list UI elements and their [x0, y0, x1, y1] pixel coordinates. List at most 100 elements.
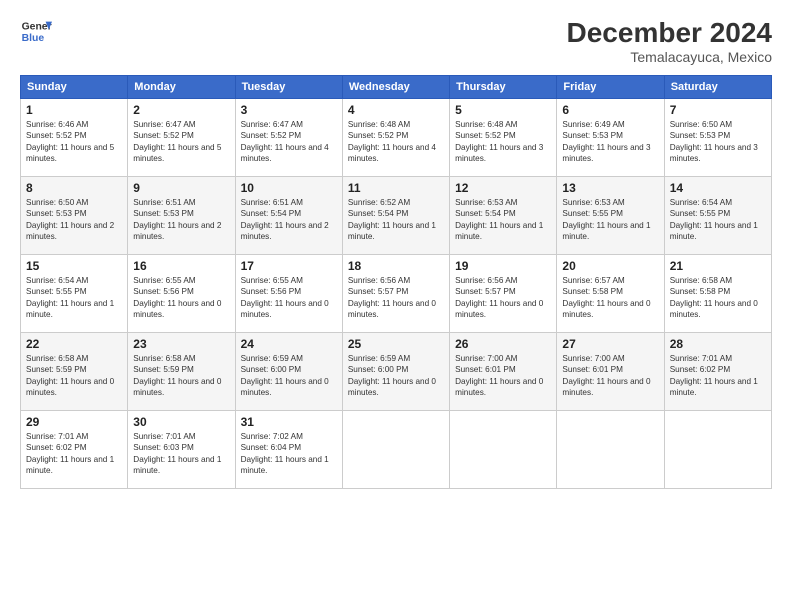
calendar-cell: 17 Sunrise: 6:55 AM Sunset: 5:56 PM Dayli… [235, 254, 342, 332]
day-number: 9 [133, 181, 229, 195]
logo-icon: General Blue [20, 18, 52, 46]
calendar-cell: 5 Sunrise: 6:48 AM Sunset: 5:52 PM Daylig… [450, 98, 557, 176]
day-info: Sunrise: 6:54 AM Sunset: 5:55 PM Dayligh… [670, 197, 766, 243]
day-info: Sunrise: 6:47 AM Sunset: 5:52 PM Dayligh… [133, 119, 229, 165]
day-info: Sunrise: 6:47 AM Sunset: 5:52 PM Dayligh… [241, 119, 337, 165]
calendar-cell: 14 Sunrise: 6:54 AM Sunset: 5:55 PM Dayli… [664, 176, 771, 254]
day-info: Sunrise: 6:52 AM Sunset: 5:54 PM Dayligh… [348, 197, 444, 243]
day-number: 2 [133, 103, 229, 117]
day-number: 17 [241, 259, 337, 273]
day-number: 14 [670, 181, 766, 195]
day-info: Sunrise: 6:53 AM Sunset: 5:55 PM Dayligh… [562, 197, 658, 243]
day-number: 7 [670, 103, 766, 117]
calendar-cell: 19Sunrise: 6:56 AM Sunset: 5:57 PM Dayli… [450, 254, 557, 332]
calendar-cell: 15Sunrise: 6:54 AM Sunset: 5:55 PM Dayli… [21, 254, 128, 332]
day-info: Sunrise: 6:55 AM Sunset: 5:56 PM Dayligh… [241, 275, 337, 321]
day-info: Sunrise: 7:00 AM Sunset: 6:01 PM Dayligh… [455, 353, 551, 399]
calendar-cell: 20 Sunrise: 6:57 AM Sunset: 5:58 PM Dayli… [557, 254, 664, 332]
day-number: 31 [241, 415, 337, 429]
day-info: Sunrise: 6:53 AM Sunset: 5:54 PM Dayligh… [455, 197, 551, 243]
day-info: Sunrise: 6:51 AM Sunset: 5:54 PM Dayligh… [241, 197, 337, 243]
day-info: Sunrise: 6:48 AM Sunset: 5:52 PM Dayligh… [455, 119, 551, 165]
day-info: Sunrise: 6:46 AM Sunset: 5:52 PM Dayligh… [26, 119, 122, 165]
day-number: 10 [241, 181, 337, 195]
calendar-cell: 11 Sunrise: 6:52 AM Sunset: 5:54 PM Dayli… [342, 176, 449, 254]
header: General Blue December 2024 Temalacayuca,… [20, 18, 772, 65]
calendar-cell: 4 Sunrise: 6:48 AM Sunset: 5:52 PM Daylig… [342, 98, 449, 176]
calendar-cell [664, 410, 771, 488]
day-info: Sunrise: 7:00 AM Sunset: 6:01 PM Dayligh… [562, 353, 658, 399]
calendar-cell: 7 Sunrise: 6:50 AM Sunset: 5:53 PM Daylig… [664, 98, 771, 176]
calendar-weekday-thursday: Thursday [450, 75, 557, 98]
calendar-cell: 25Sunrise: 6:59 AM Sunset: 6:00 PM Dayli… [342, 332, 449, 410]
day-info: Sunrise: 6:48 AM Sunset: 5:52 PM Dayligh… [348, 119, 444, 165]
calendar-week-row: 15Sunrise: 6:54 AM Sunset: 5:55 PM Dayli… [21, 254, 772, 332]
calendar-cell: 16 Sunrise: 6:55 AM Sunset: 5:56 PM Dayli… [128, 254, 235, 332]
day-number: 8 [26, 181, 122, 195]
day-info: Sunrise: 7:01 AM Sunset: 6:02 PM Dayligh… [26, 431, 122, 477]
logo: General Blue [20, 18, 52, 46]
calendar-cell: 1 Sunrise: 6:46 AM Sunset: 5:52 PM Daylig… [21, 98, 128, 176]
calendar-cell: 26 Sunrise: 7:00 AM Sunset: 6:01 PM Dayli… [450, 332, 557, 410]
calendar-cell: 9 Sunrise: 6:51 AM Sunset: 5:53 PM Daylig… [128, 176, 235, 254]
calendar-cell: 24 Sunrise: 6:59 AM Sunset: 6:00 PM Dayli… [235, 332, 342, 410]
calendar-cell: 23Sunrise: 6:58 AM Sunset: 5:59 PM Dayli… [128, 332, 235, 410]
calendar-cell [342, 410, 449, 488]
calendar-week-row: 8 Sunrise: 6:50 AM Sunset: 5:53 PM Daylig… [21, 176, 772, 254]
subtitle: Temalacayuca, Mexico [567, 49, 772, 65]
day-number: 4 [348, 103, 444, 117]
day-number: 23 [133, 337, 229, 351]
calendar-weekday-monday: Monday [128, 75, 235, 98]
day-info: Sunrise: 6:59 AM Sunset: 6:00 PM Dayligh… [348, 353, 444, 399]
calendar-cell: 2 Sunrise: 6:47 AM Sunset: 5:52 PM Daylig… [128, 98, 235, 176]
day-number: 21 [670, 259, 766, 273]
day-info: Sunrise: 6:51 AM Sunset: 5:53 PM Dayligh… [133, 197, 229, 243]
calendar-weekday-tuesday: Tuesday [235, 75, 342, 98]
calendar-cell: 22Sunrise: 6:58 AM Sunset: 5:59 PM Dayli… [21, 332, 128, 410]
day-number: 27 [562, 337, 658, 351]
day-info: Sunrise: 6:55 AM Sunset: 5:56 PM Dayligh… [133, 275, 229, 321]
day-number: 20 [562, 259, 658, 273]
calendar-cell: 18 Sunrise: 6:56 AM Sunset: 5:57 PM Dayli… [342, 254, 449, 332]
day-info: Sunrise: 6:50 AM Sunset: 5:53 PM Dayligh… [670, 119, 766, 165]
day-info: Sunrise: 6:57 AM Sunset: 5:58 PM Dayligh… [562, 275, 658, 321]
day-info: Sunrise: 6:56 AM Sunset: 5:57 PM Dayligh… [348, 275, 444, 321]
calendar-cell: 8 Sunrise: 6:50 AM Sunset: 5:53 PM Daylig… [21, 176, 128, 254]
day-number: 5 [455, 103, 551, 117]
day-info: Sunrise: 6:56 AM Sunset: 5:57 PM Dayligh… [455, 275, 551, 321]
calendar-week-row: 29Sunrise: 7:01 AM Sunset: 6:02 PM Dayli… [21, 410, 772, 488]
calendar-weekday-friday: Friday [557, 75, 664, 98]
day-number: 11 [348, 181, 444, 195]
day-number: 18 [348, 259, 444, 273]
day-number: 16 [133, 259, 229, 273]
day-number: 1 [26, 103, 122, 117]
day-number: 24 [241, 337, 337, 351]
svg-text:Blue: Blue [22, 33, 45, 44]
main-title: December 2024 [567, 18, 772, 49]
calendar-cell: 31Sunrise: 7:02 AM Sunset: 6:04 PM Dayli… [235, 410, 342, 488]
day-number: 26 [455, 337, 551, 351]
calendar-cell: 12Sunrise: 6:53 AM Sunset: 5:54 PM Dayli… [450, 176, 557, 254]
calendar-cell: 6Sunrise: 6:49 AM Sunset: 5:53 PM Daylig… [557, 98, 664, 176]
day-number: 15 [26, 259, 122, 273]
calendar-cell: 10 Sunrise: 6:51 AM Sunset: 5:54 PM Dayli… [235, 176, 342, 254]
day-number: 28 [670, 337, 766, 351]
calendar-cell: 28 Sunrise: 7:01 AM Sunset: 6:02 PM Dayli… [664, 332, 771, 410]
calendar-cell [450, 410, 557, 488]
day-info: Sunrise: 6:59 AM Sunset: 6:00 PM Dayligh… [241, 353, 337, 399]
calendar-week-row: 22Sunrise: 6:58 AM Sunset: 5:59 PM Dayli… [21, 332, 772, 410]
day-info: Sunrise: 6:50 AM Sunset: 5:53 PM Dayligh… [26, 197, 122, 243]
calendar-weekday-saturday: Saturday [664, 75, 771, 98]
calendar-week-row: 1 Sunrise: 6:46 AM Sunset: 5:52 PM Daylig… [21, 98, 772, 176]
day-number: 22 [26, 337, 122, 351]
page: General Blue December 2024 Temalacayuca,… [0, 0, 792, 612]
calendar-cell: 27 Sunrise: 7:00 AM Sunset: 6:01 PM Dayli… [557, 332, 664, 410]
calendar-weekday-wednesday: Wednesday [342, 75, 449, 98]
day-info: Sunrise: 7:01 AM Sunset: 6:02 PM Dayligh… [670, 353, 766, 399]
day-info: Sunrise: 6:49 AM Sunset: 5:53 PM Dayligh… [562, 119, 658, 165]
day-number: 30 [133, 415, 229, 429]
day-number: 13 [562, 181, 658, 195]
day-info: Sunrise: 6:58 AM Sunset: 5:58 PM Dayligh… [670, 275, 766, 321]
calendar-header-row: SundayMondayTuesdayWednesdayThursdayFrid… [21, 75, 772, 98]
day-info: Sunrise: 7:01 AM Sunset: 6:03 PM Dayligh… [133, 431, 229, 477]
